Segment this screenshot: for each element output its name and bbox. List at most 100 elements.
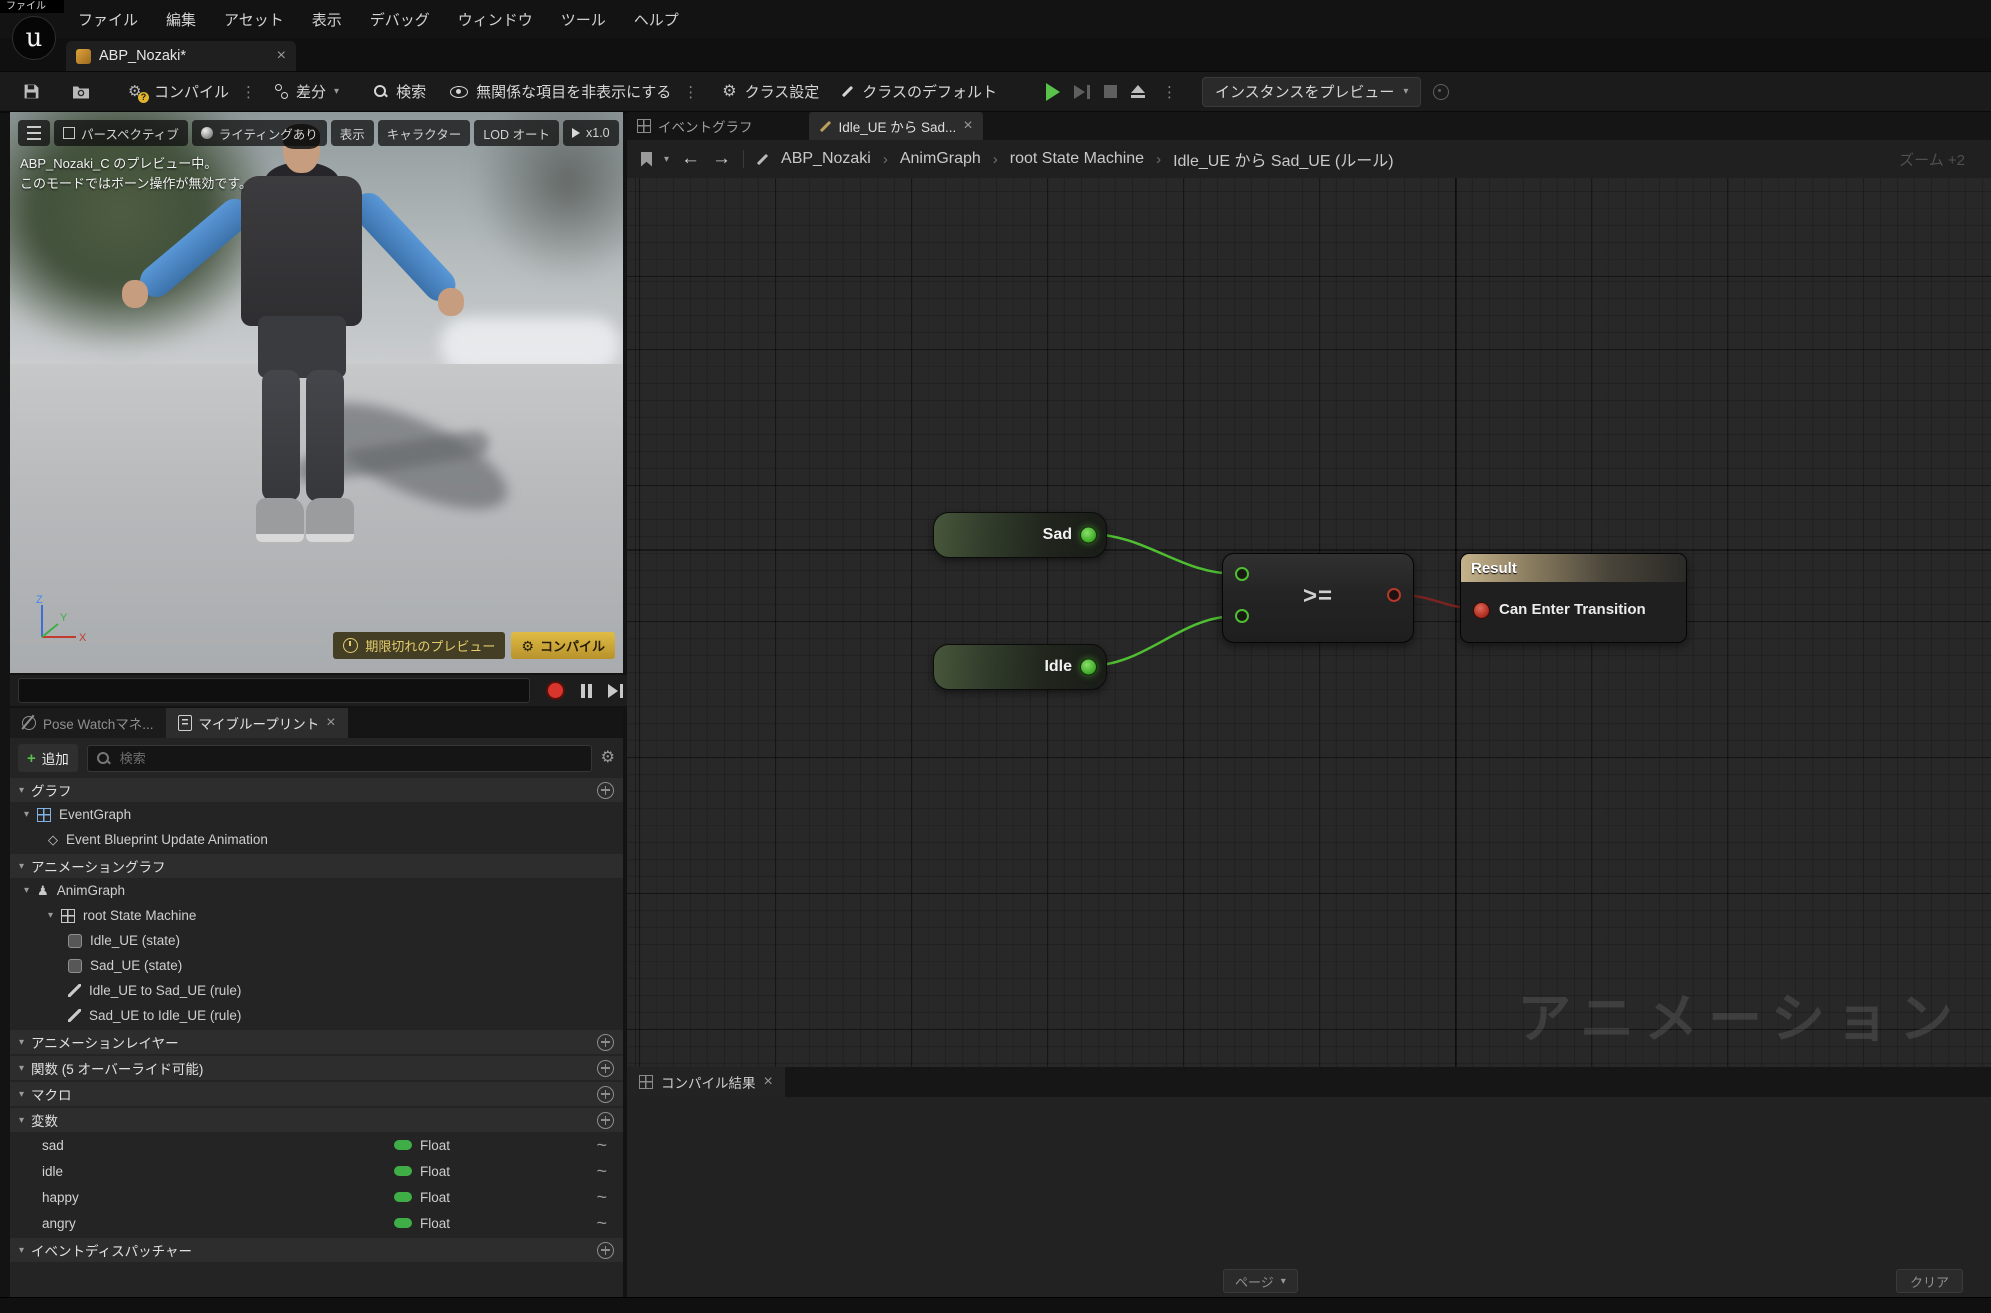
browse-content-button[interactable]	[63, 77, 99, 107]
find-button[interactable]: 検索	[364, 77, 435, 107]
forward-arrow-icon[interactable]: →	[712, 148, 731, 170]
diff-button[interactable]: 差分 ▾	[265, 77, 348, 107]
pose-watch-wave-icon[interactable]: ~	[596, 1188, 607, 1206]
debug-object-icon[interactable]	[1433, 84, 1449, 100]
breadcrumb-abp-nozaki[interactable]: ABP_Nozaki	[781, 150, 871, 168]
perspective-dropdown[interactable]: パースペクティブ	[54, 120, 188, 146]
op-output-pin[interactable]	[1387, 588, 1401, 602]
chevron-down-icon[interactable]: ▾	[664, 154, 669, 165]
pose-watch-wave-icon[interactable]: ~	[596, 1162, 607, 1180]
breadcrumb-animgraph[interactable]: AnimGraph	[900, 150, 981, 168]
play-button[interactable]	[1046, 83, 1060, 101]
preview-viewport[interactable]: パースペクティブ ライティングあり 表示 キャラクター LOD オート x1.0…	[10, 112, 623, 673]
breadcrumb-state-machine[interactable]: root State Machine	[1010, 150, 1144, 168]
tab-compile-results[interactable]: コンパイル結果 ×	[627, 1067, 785, 1097]
add-variable-icon[interactable]	[597, 1112, 614, 1129]
save-button[interactable]	[14, 77, 49, 107]
collapse-arrow-icon[interactable]: ▾	[19, 861, 24, 872]
add-function-icon[interactable]	[597, 1060, 614, 1077]
collapse-arrow-icon[interactable]: ▾	[19, 1089, 24, 1100]
hide-unrelated-kebab-icon[interactable]: ⋮	[680, 83, 701, 101]
variable-row-angry[interactable]: angry Float ~	[10, 1210, 623, 1236]
menu-help[interactable]: ヘルプ	[620, 9, 693, 30]
variable-row-sad[interactable]: sad Float ~	[10, 1132, 623, 1158]
node-get-idle[interactable]: Idle	[933, 644, 1107, 690]
hide-unrelated-button[interactable]: 無関係な項目を非表示にする	[441, 77, 680, 107]
back-arrow-icon[interactable]: ←	[681, 148, 700, 170]
preview-instance-dropdown[interactable]: インスタンスをプレビュー ▾	[1202, 77, 1421, 107]
asset-tab[interactable]: ABP_Nozaki* ×	[66, 41, 296, 71]
tree-item-idle-state[interactable]: Idle_UE (state)	[10, 928, 623, 953]
collapse-arrow-icon[interactable]: ▾	[24, 885, 29, 896]
tree-item-animgraph[interactable]: ▾ ♟ AnimGraph	[10, 878, 623, 903]
collapse-arrow-icon[interactable]: ▾	[19, 1115, 24, 1126]
section-macros[interactable]: ▾ マクロ	[10, 1082, 623, 1106]
add-graph-icon[interactable]	[597, 782, 614, 799]
collapse-arrow-icon[interactable]: ▾	[19, 1245, 24, 1256]
op-input-pin-a[interactable]	[1235, 567, 1249, 581]
stop-button[interactable]	[1104, 85, 1117, 98]
frame-skip-button[interactable]	[1074, 85, 1090, 99]
lod-dropdown[interactable]: LOD オート	[474, 120, 559, 146]
search-input[interactable]	[118, 750, 583, 767]
add-dispatcher-icon[interactable]	[597, 1242, 614, 1259]
menu-file[interactable]: ファイル	[64, 9, 152, 30]
section-event-dispatchers[interactable]: ▾ イベントディスパッチャー	[10, 1238, 623, 1262]
tab-transition-rule[interactable]: Idle_UE から Sad... ×	[809, 112, 983, 140]
pose-watch-wave-icon[interactable]: ~	[596, 1214, 607, 1232]
collapse-arrow-icon[interactable]: ▾	[48, 910, 53, 921]
tab-pose-watch[interactable]: Pose Watchマネ...	[10, 708, 166, 738]
node-greater-equal[interactable]: >=	[1222, 553, 1414, 643]
pause-button[interactable]	[581, 684, 592, 698]
record-button[interactable]	[546, 681, 565, 700]
tree-item-state-machine[interactable]: ▾ root State Machine	[10, 903, 623, 928]
compile-button[interactable]: ⚙? コンパイル	[119, 77, 238, 107]
section-graphs[interactable]: ▾ グラフ	[10, 778, 623, 802]
menu-tools[interactable]: ツール	[547, 9, 620, 30]
step-forward-button[interactable]	[608, 684, 623, 698]
viewport-compile-button[interactable]: ⚙ コンパイル	[511, 632, 615, 659]
tree-item-event-update[interactable]: ◇ Event Blueprint Update Animation	[10, 827, 623, 852]
op-input-pin-b[interactable]	[1235, 609, 1249, 623]
variable-row-happy[interactable]: happy Float ~	[10, 1184, 623, 1210]
page-dropdown[interactable]: ページ ▾	[1223, 1269, 1298, 1293]
add-macro-icon[interactable]	[597, 1086, 614, 1103]
tree-item-rule-sad-to-idle[interactable]: Sad_UE to Idle_UE (rule)	[10, 1003, 623, 1028]
menu-view[interactable]: 表示	[298, 9, 356, 30]
compile-options-kebab-icon[interactable]: ⋮	[238, 83, 259, 101]
collapse-arrow-icon[interactable]: ▾	[19, 1063, 24, 1074]
collapse-arrow-icon[interactable]: ▾	[19, 1037, 24, 1048]
clear-button[interactable]: クリア	[1896, 1269, 1963, 1293]
bookmark-icon[interactable]	[641, 152, 652, 167]
section-animation-layers[interactable]: ▾ アニメーションレイヤー	[10, 1030, 623, 1054]
tab-event-graph[interactable]: イベントグラフ	[627, 116, 763, 136]
close-icon[interactable]: ×	[277, 47, 286, 65]
close-icon[interactable]: ×	[963, 117, 972, 135]
preview-filter-input[interactable]	[18, 678, 530, 703]
section-animation-graphs[interactable]: ▾ アニメーショングラフ	[10, 854, 623, 878]
variable-row-idle[interactable]: idle Float ~	[10, 1158, 623, 1184]
class-defaults-button[interactable]: クラスのデフォルト	[832, 77, 1006, 107]
tab-my-blueprint[interactable]: マイブループリント ×	[166, 708, 348, 738]
menu-edit[interactable]: 編集	[152, 9, 210, 30]
class-settings-button[interactable]: ⚙ クラス設定	[713, 77, 828, 107]
viewport-menu-button[interactable]	[18, 120, 50, 146]
collapse-arrow-icon[interactable]: ▾	[19, 785, 24, 796]
section-functions[interactable]: ▾ 関数 (5 オーバーライド可能)	[10, 1056, 623, 1080]
character-dropdown[interactable]: キャラクター	[378, 120, 471, 146]
play-options-kebab-icon[interactable]: ⋮	[1159, 83, 1180, 101]
unreal-logo-icon[interactable]: u	[12, 16, 56, 60]
tree-item-rule-idle-to-sad[interactable]: Idle_UE to Sad_UE (rule)	[10, 978, 623, 1003]
idle-output-pin[interactable]	[1080, 659, 1097, 676]
tree-item-sad-state[interactable]: Sad_UE (state)	[10, 953, 623, 978]
node-result[interactable]: Result Can Enter Transition	[1460, 553, 1687, 643]
playback-speed-button[interactable]: x1.0	[563, 120, 619, 146]
node-get-sad[interactable]: Sad	[933, 512, 1107, 558]
collapse-arrow-icon[interactable]: ▾	[24, 809, 29, 820]
pose-watch-wave-icon[interactable]: ~	[596, 1136, 607, 1154]
add-layer-icon[interactable]	[597, 1034, 614, 1051]
sad-output-pin[interactable]	[1080, 527, 1097, 544]
tree-item-eventgraph[interactable]: ▾ EventGraph	[10, 802, 623, 827]
add-button[interactable]: + 追加	[18, 744, 78, 772]
lit-mode-dropdown[interactable]: ライティングあり	[192, 120, 327, 146]
